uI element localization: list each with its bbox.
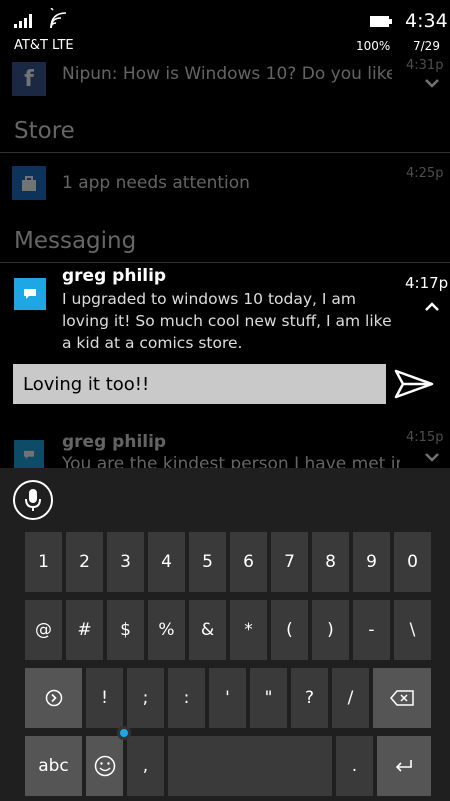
send-icon[interactable] — [393, 368, 435, 400]
notification-time: 4:31p — [406, 58, 444, 73]
message-sender: greg philip — [62, 432, 167, 452]
messaging-section-header: Messaging — [14, 228, 137, 254]
key-open-paren[interactable]: ( — [271, 600, 308, 660]
next-page-icon — [45, 689, 62, 707]
clock: 4:34 — [405, 10, 448, 32]
emoji-icon — [94, 755, 115, 777]
notification-text: Nipun: How is Windows 10? Do you like — [62, 64, 392, 84]
text-cursor-handle[interactable] — [117, 726, 131, 740]
facebook-icon: f — [12, 62, 46, 96]
divider — [0, 152, 450, 153]
key-slash[interactable]: / — [332, 668, 369, 728]
key-question[interactable]: ? — [291, 668, 328, 728]
key-percent[interactable]: % — [148, 600, 185, 660]
key-semicolon[interactable]: ; — [127, 668, 164, 728]
key-backslash[interactable]: \ — [394, 600, 431, 660]
key-8[interactable]: 8 — [312, 532, 349, 592]
key-6[interactable]: 6 — [230, 532, 267, 592]
key-hash[interactable]: # — [66, 600, 103, 660]
message-preview: You are the kindest person I have met ir — [62, 454, 400, 468]
key-4[interactable]: 4 — [148, 532, 185, 592]
date-label: 7/29 — [413, 39, 440, 53]
store-notification[interactable]: 1 app needs attention 4:25p — [0, 166, 450, 202]
chevron-down-icon[interactable] — [424, 452, 440, 462]
on-screen-keyboard: 1 2 3 4 5 6 7 8 9 0 @ # $ % & * ( ) - \ … — [0, 468, 450, 801]
key-dollar[interactable]: $ — [107, 600, 144, 660]
space-bar[interactable] — [168, 736, 332, 796]
message-sender: greg philip — [62, 266, 167, 286]
key-2[interactable]: 2 — [66, 532, 103, 592]
message-time: 4:15p — [406, 430, 444, 445]
key-period[interactable]: . — [336, 736, 373, 796]
key-comma[interactable]: , — [127, 736, 164, 796]
key-9[interactable]: 9 — [353, 532, 390, 592]
key-at[interactable]: @ — [25, 600, 62, 660]
backspace-icon — [390, 690, 414, 706]
battery-icon — [370, 16, 392, 27]
signal-strength-icon — [14, 14, 32, 28]
enter-icon — [395, 760, 412, 772]
chevron-up-icon[interactable] — [424, 302, 440, 312]
facebook-notification[interactable]: f Nipun: How is Windows 10? Do you like … — [0, 58, 450, 98]
status-bar: AT&T LTE 4:34 100% 7/29 — [0, 0, 450, 56]
abc-key[interactable]: abc — [25, 736, 82, 796]
more-symbols-key[interactable] — [25, 668, 82, 728]
message-notification-older[interactable]: greg philip You are the kindest person I… — [0, 428, 450, 470]
messaging-icon — [14, 278, 46, 310]
backspace-key[interactable] — [373, 668, 431, 728]
message-notification[interactable]: greg philip I upgraded to windows 10 tod… — [0, 262, 450, 362]
key-ampersand[interactable]: & — [189, 600, 226, 660]
chevron-down-icon[interactable] — [424, 78, 440, 88]
store-icon — [12, 166, 46, 200]
key-exclamation[interactable]: ! — [86, 668, 123, 728]
key-close-paren[interactable]: ) — [312, 600, 349, 660]
carrier-label: AT&T LTE — [14, 38, 74, 53]
wifi-icon — [50, 8, 67, 29]
microphone-icon[interactable] — [13, 480, 53, 520]
key-quote[interactable]: " — [250, 668, 287, 728]
emoji-key[interactable] — [86, 736, 123, 796]
message-time: 4:17p — [405, 274, 449, 292]
key-7[interactable]: 7 — [271, 532, 308, 592]
key-minus[interactable]: - — [353, 600, 390, 660]
key-3[interactable]: 3 — [107, 532, 144, 592]
key-0[interactable]: 0 — [394, 532, 431, 592]
messaging-icon — [14, 440, 44, 470]
key-5[interactable]: 5 — [189, 532, 226, 592]
message-body: I upgraded to windows 10 today, I am lov… — [62, 290, 392, 352]
reply-input[interactable] — [13, 364, 386, 404]
key-apostrophe[interactable]: ' — [209, 668, 246, 728]
enter-key[interactable] — [377, 736, 431, 796]
key-colon[interactable]: : — [168, 668, 205, 728]
key-asterisk[interactable]: * — [230, 600, 267, 660]
battery-percent: 100% — [356, 39, 391, 53]
notification-time: 4:25p — [406, 166, 444, 181]
key-1[interactable]: 1 — [25, 532, 62, 592]
notification-text: 1 app needs attention — [62, 173, 250, 193]
store-section-header: Store — [14, 118, 75, 144]
